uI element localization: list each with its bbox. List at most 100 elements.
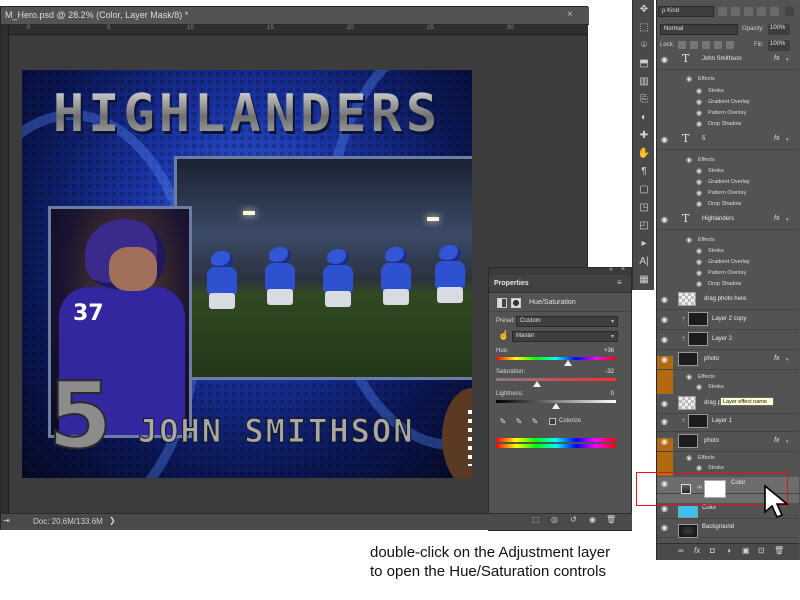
eye-icon[interactable]: ◉ (661, 437, 668, 446)
layer-name[interactable]: drag photo here (704, 296, 746, 302)
layer-thumbnail[interactable] (688, 312, 708, 326)
fx-icon[interactable]: fx (774, 355, 779, 362)
lock-artboard-icon[interactable] (714, 41, 722, 49)
eyedropper-minus-icon[interactable]: ✎ (530, 417, 540, 427)
layer-effect-item[interactable]: Drop Shadow (708, 121, 741, 127)
panel-tool-icon[interactable]: ⎘ (637, 94, 651, 105)
hue-value[interactable]: +36 (594, 348, 614, 354)
clip-to-layer-icon[interactable]: ⬚ (532, 515, 540, 524)
effect-visibility-icon[interactable]: ◉ (696, 464, 702, 472)
mask-icon[interactable] (511, 298, 521, 308)
close-icon[interactable]: × (567, 9, 573, 20)
filter-smart-object-icon[interactable] (770, 7, 779, 16)
panel-tool-icon[interactable]: ¶ (637, 166, 651, 177)
status-icon[interactable]: ⇥ (3, 516, 10, 525)
hand-icon[interactable]: ☝ (498, 330, 509, 341)
new-adjustment-layer-icon[interactable]: ◑ (726, 546, 731, 555)
colorize-checkbox[interactable] (549, 418, 556, 425)
eye-icon[interactable]: ◉ (661, 215, 668, 224)
eyedropper-plus-icon[interactable]: ✎ (514, 417, 524, 427)
view-previous-icon[interactable]: ◎ (551, 515, 558, 524)
lightness-slider-thumb[interactable] (552, 403, 560, 409)
add-layer-style-icon[interactable]: fx (694, 546, 700, 555)
panel-tool-icon[interactable]: ◐ (637, 112, 651, 123)
vertical-ruler[interactable] (1, 25, 9, 515)
saturation-value[interactable]: -32 (594, 369, 614, 375)
effect-visibility-icon[interactable]: ◉ (686, 236, 692, 244)
panel-tool-icon[interactable]: ▥ (637, 76, 651, 87)
effect-visibility-icon[interactable]: ◉ (696, 189, 702, 197)
fx-icon[interactable]: fx (774, 135, 779, 142)
layer-thumbnail[interactable] (678, 352, 698, 366)
add-mask-icon[interactable]: ◘ (710, 546, 715, 555)
layer-effect-item[interactable]: Effects (698, 76, 715, 82)
layer-thumbnail[interactable] (678, 292, 696, 306)
filter-shape-icon[interactable] (757, 7, 766, 16)
link-layers-icon[interactable]: ∞ (678, 546, 684, 555)
lock-position-icon[interactable] (702, 41, 710, 49)
effect-visibility-icon[interactable]: ◉ (696, 98, 702, 106)
expand-effects-icon[interactable]: ▾ (786, 57, 789, 63)
eye-icon[interactable]: ◉ (661, 523, 668, 532)
lock-all-icon[interactable] (726, 41, 734, 49)
background-layer-thumbnail[interactable] (678, 524, 698, 538)
panel-tool-icon[interactable]: ✥ (637, 4, 651, 15)
status-arrow-icon[interactable]: ❯ (109, 516, 116, 525)
layer-effect-item[interactable]: Effects (698, 237, 715, 243)
adjustment-icon[interactable] (497, 298, 507, 308)
layer-effect-item[interactable]: Pattern Overlay (708, 190, 746, 196)
canvas-artwork[interactable]: HIGHLANDERS HIGHLANDERS 37 5 JOHN SMITHS… (22, 70, 472, 478)
effect-visibility-icon[interactable]: ◉ (696, 200, 702, 208)
eye-icon[interactable]: ◉ (661, 335, 668, 344)
layer-thumbnail[interactable] (688, 332, 708, 346)
hue-slider-thumb[interactable] (564, 360, 572, 366)
expand-effects-icon[interactable]: ▾ (786, 439, 789, 445)
new-layer-icon[interactable]: ⊡ (758, 546, 765, 555)
effect-visibility-icon[interactable]: ◉ (686, 454, 692, 462)
lock-image-icon[interactable] (690, 41, 698, 49)
collapse-icon[interactable]: « (609, 266, 613, 273)
saturation-slider[interactable] (496, 378, 616, 381)
color-layer-thumbnail[interactable] (678, 505, 698, 518)
horizontal-ruler[interactable]: 0 5 10 15 20 25 30 (9, 25, 588, 35)
panel-tool-icon[interactable]: ✚ (637, 130, 651, 141)
fx-icon[interactable]: fx (774, 55, 779, 62)
layer-effect-item[interactable]: Pattern Overlay (708, 270, 746, 276)
panel-menu-icon[interactable]: ≡ (617, 278, 622, 287)
panel-tool-icon[interactable]: ✋ (637, 148, 651, 159)
eyedropper-icon[interactable]: ✎ (498, 417, 508, 427)
panel-tool-icon[interactable]: ⌾ (637, 40, 651, 51)
opacity-field[interactable]: 100% (768, 24, 790, 35)
effect-visibility-icon[interactable]: ◉ (696, 247, 702, 255)
eye-icon[interactable]: ◉ (661, 355, 668, 364)
layer-name[interactable]: Layer 2 copy (712, 316, 746, 322)
lock-transparent-icon[interactable] (678, 41, 686, 49)
visibility-icon[interactable]: ◉ (589, 515, 596, 524)
layer-effect-item[interactable]: Drop Shadow (708, 281, 741, 287)
saturation-slider-thumb[interactable] (532, 381, 541, 387)
hue-slider[interactable] (496, 357, 616, 360)
layer-thumbnail[interactable] (688, 414, 708, 428)
effect-visibility-icon[interactable]: ◉ (686, 75, 692, 83)
filter-pixel-icon[interactable] (718, 7, 727, 16)
panel-tool-icon[interactable]: ⬒ (637, 58, 651, 69)
layer-effect-item[interactable]: Effects (698, 455, 715, 461)
layer-name[interactable]: photo (704, 438, 719, 444)
filter-type-icon[interactable] (744, 7, 753, 16)
filter-toggle-icon[interactable] (785, 7, 794, 16)
eye-icon[interactable]: ◉ (661, 315, 668, 324)
layer-name[interactable]: Background (702, 524, 734, 530)
expand-effects-icon[interactable]: ▾ (786, 137, 789, 143)
panel-tool-icon[interactable]: ◳ (637, 202, 651, 213)
panel-tool-icon[interactable]: ▦ (637, 274, 651, 285)
eye-icon[interactable]: ◉ (661, 399, 668, 408)
panel-tool-icon[interactable]: A| (637, 256, 651, 267)
document-tab[interactable]: M_Hero.psd @ 28.2% (Color, Layer Mask/8)… (1, 7, 589, 25)
effect-visibility-icon[interactable]: ◉ (686, 156, 692, 164)
effect-visibility-icon[interactable]: ◉ (696, 258, 702, 266)
eye-icon[interactable]: ◉ (661, 55, 668, 64)
layer-effect-item[interactable]: Gradient Overlay (708, 99, 750, 105)
tab-properties[interactable]: Properties (494, 280, 529, 287)
effect-visibility-icon[interactable]: ◉ (696, 109, 702, 117)
effect-visibility-icon[interactable]: ◉ (696, 269, 702, 277)
